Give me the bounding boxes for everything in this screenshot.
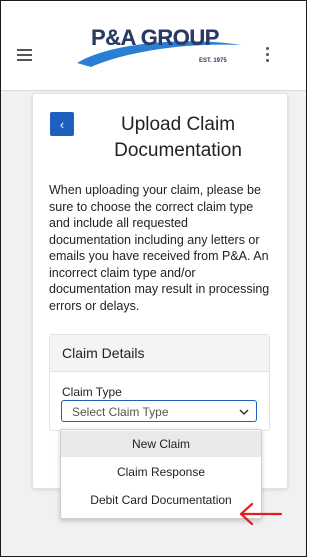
claim-type-select-value: Select Claim Type xyxy=(72,405,169,419)
option-claim-response[interactable]: Claim Response xyxy=(61,459,261,485)
logo: P&A GROUP EST. 1975 xyxy=(73,23,243,75)
chevron-down-icon xyxy=(238,403,250,429)
claim-details-panel: Claim Details Claim Type Select Claim Ty… xyxy=(49,334,270,431)
instructions-text: When uploading your claim, please be sur… xyxy=(49,183,270,313)
kebab-icon[interactable] xyxy=(263,45,271,65)
top-bar: P&A GROUP EST. 1975 xyxy=(1,1,306,91)
claim-type-options: New Claim Claim Response Debit Card Docu… xyxy=(60,429,262,519)
logo-established: EST. 1975 xyxy=(199,58,227,64)
hamburger-icon[interactable] xyxy=(17,49,32,61)
claim-type-select[interactable]: Select Claim Type xyxy=(61,400,257,422)
claim-details-heading: Claim Details xyxy=(50,335,269,372)
option-new-claim[interactable]: New Claim xyxy=(61,431,261,457)
back-button[interactable]: ‹ xyxy=(50,112,74,136)
option-debit-card-documentation[interactable]: Debit Card Documentation xyxy=(61,487,261,513)
chevron-left-icon: ‹ xyxy=(59,116,65,132)
claim-type-label: Claim Type xyxy=(62,385,122,399)
arrow-left-icon xyxy=(239,502,283,526)
logo-wordmark: P&A GROUP xyxy=(91,25,219,50)
page-title: Upload Claim Documentation xyxy=(114,114,242,161)
